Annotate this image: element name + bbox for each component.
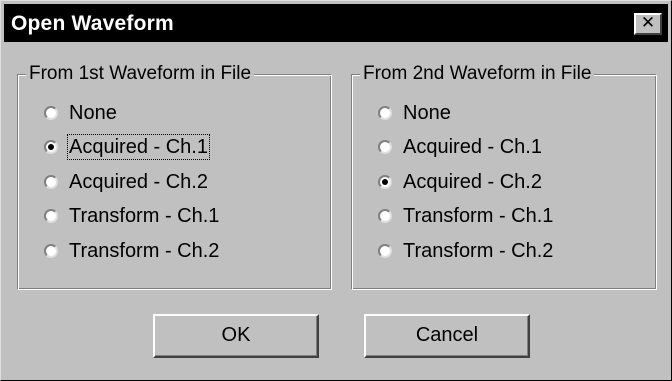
radio-first-acquired-ch2[interactable]: Acquired - Ch.2 <box>44 168 209 196</box>
radio-label: Transform - Ch.1 <box>69 205 220 227</box>
radio-label: Acquired - Ch.1 <box>403 136 542 158</box>
radio-label: Transform - Ch.2 <box>69 240 220 262</box>
radio-button-icon[interactable] <box>44 140 58 154</box>
close-icon: ✕ <box>640 13 656 33</box>
radio-label: Acquired - Ch.1 <box>67 134 210 160</box>
close-button[interactable]: ✕ <box>634 13 662 35</box>
radio-second-none[interactable]: None <box>378 99 452 127</box>
radio-button-icon[interactable] <box>378 244 392 258</box>
group-second-waveform: From 2nd Waveform in File None Acquired … <box>351 63 657 290</box>
radio-second-transform-ch1[interactable]: Transform - Ch.1 <box>378 202 554 230</box>
radio-label: None <box>69 102 117 124</box>
cancel-button[interactable]: Cancel <box>364 314 530 358</box>
radio-button-icon[interactable] <box>378 209 392 223</box>
radio-button-icon[interactable] <box>44 106 58 120</box>
title-bar[interactable]: Open Waveform ✕ <box>4 4 668 42</box>
radio-second-acquired-ch2[interactable]: Acquired - Ch.2 <box>378 168 543 196</box>
radio-second-transform-ch2[interactable]: Transform - Ch.2 <box>378 237 554 265</box>
dialog-title: Open Waveform <box>11 12 174 35</box>
radio-label: Transform - Ch.2 <box>403 240 554 262</box>
radio-first-transform-ch1[interactable]: Transform - Ch.1 <box>44 202 220 230</box>
radio-button-icon[interactable] <box>378 140 392 154</box>
group-second-waveform-legend: From 2nd Waveform in File <box>360 63 595 85</box>
radio-first-none[interactable]: None <box>44 99 118 127</box>
radio-button-icon[interactable] <box>44 209 58 223</box>
radio-label: Acquired - Ch.2 <box>403 171 542 193</box>
radio-button-icon[interactable] <box>378 106 392 120</box>
ok-button[interactable]: OK <box>153 314 319 358</box>
open-waveform-dialog: Open Waveform ✕ From 1st Waveform in Fil… <box>0 0 672 381</box>
radio-label: Acquired - Ch.2 <box>69 171 208 193</box>
radio-label: None <box>403 102 451 124</box>
radio-button-icon[interactable] <box>378 175 392 189</box>
radio-first-acquired-ch1[interactable]: Acquired - Ch.1 <box>44 133 210 161</box>
group-first-waveform-legend: From 1st Waveform in File <box>26 63 255 85</box>
radio-first-transform-ch2[interactable]: Transform - Ch.2 <box>44 237 220 265</box>
group-first-waveform: From 1st Waveform in File None Acquired … <box>17 63 332 290</box>
radio-button-icon[interactable] <box>44 244 58 258</box>
radio-second-acquired-ch1[interactable]: Acquired - Ch.1 <box>378 133 543 161</box>
radio-button-icon[interactable] <box>44 175 58 189</box>
radio-label: Transform - Ch.1 <box>403 205 554 227</box>
